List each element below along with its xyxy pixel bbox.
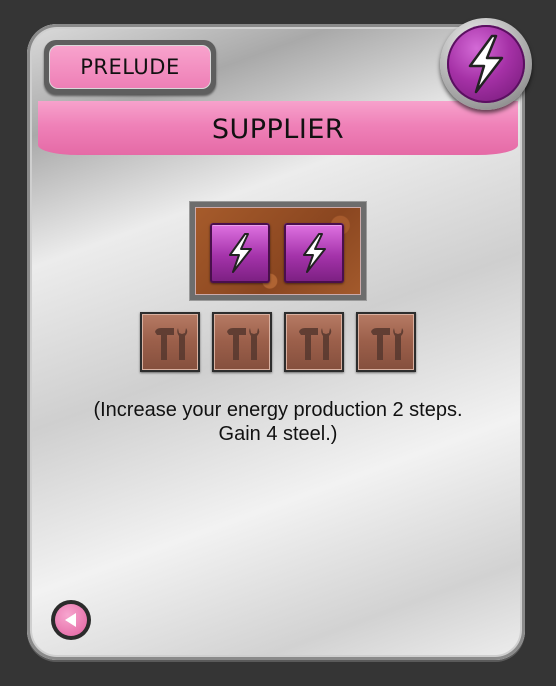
steel-resource-tile: [284, 312, 344, 372]
card-description-line: (Increase your energy production 2 steps…: [93, 399, 463, 421]
back-arrow-icon[interactable]: [62, 611, 80, 629]
steel-icon: [155, 328, 188, 360]
back-button[interactable]: [51, 600, 91, 640]
steel-resource-tile-face: [358, 314, 414, 370]
energy-icon: [303, 233, 326, 273]
energy-icon: [468, 34, 504, 94]
steel-resource-tile: [140, 312, 200, 372]
steel-icon: [371, 328, 404, 360]
steel-icon: [227, 328, 260, 360]
steel-resource-tile-face: [214, 314, 270, 370]
card-description: (Increase your energy production 2 steps…: [60, 398, 496, 446]
screen: SUPPLIER PRELUDE (Increase your energy p…: [0, 0, 556, 686]
card-type-label: PRELUDE: [80, 55, 180, 79]
steel-icon: [299, 328, 332, 360]
steel-resource-tile-face: [286, 314, 342, 370]
card-type-tag: PRELUDE: [44, 40, 216, 94]
card-type-tag-face: PRELUDE: [49, 45, 211, 89]
steel-resource-tile-face: [142, 314, 198, 370]
energy-icon: [229, 233, 252, 273]
card-description-line: Gain 4 steel.): [218, 423, 338, 445]
production-box: [190, 202, 366, 300]
energy-production-tile: [284, 223, 344, 283]
energy-production-tile: [210, 223, 270, 283]
steel-resource-tile: [356, 312, 416, 372]
steel-resource-tile: [212, 312, 272, 372]
title-banner: SUPPLIER: [38, 101, 518, 155]
production-box-background: [195, 207, 361, 295]
card-title: SUPPLIER: [211, 113, 345, 145]
energy-tag-badge: [440, 18, 532, 110]
